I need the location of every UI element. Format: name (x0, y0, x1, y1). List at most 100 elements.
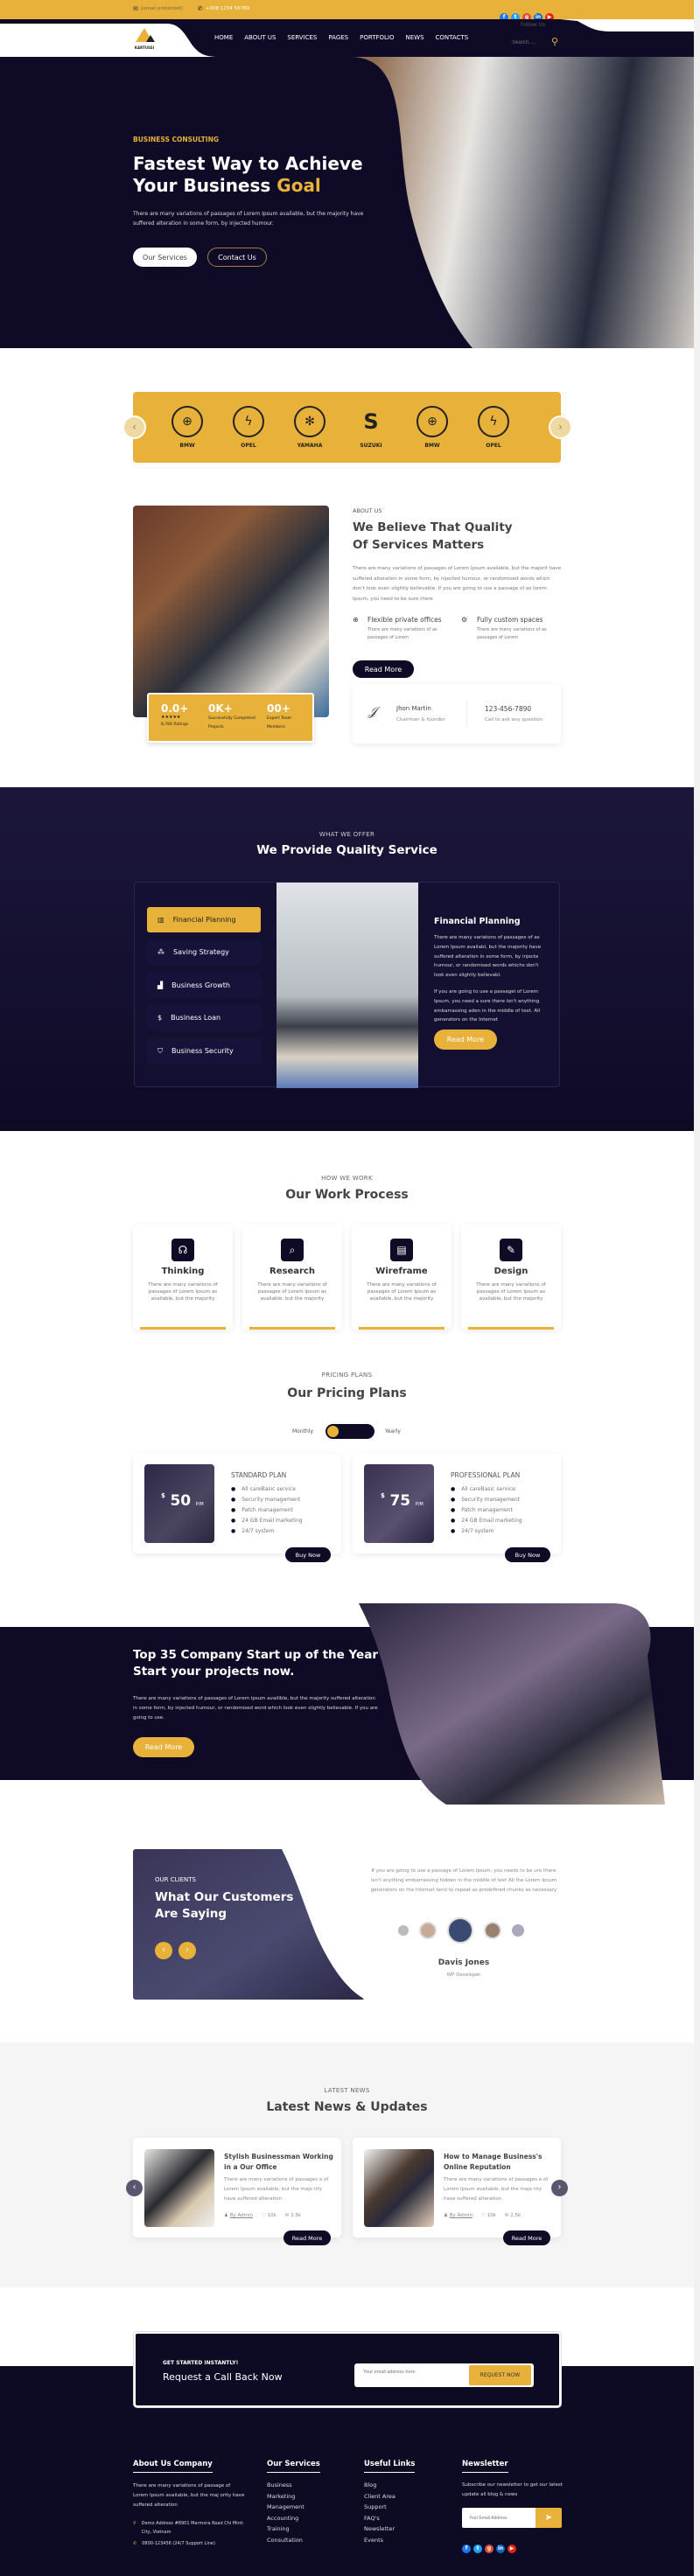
cta-read-more-button[interactable]: Read More (133, 1737, 194, 1757)
heart-icon: ♡ (262, 2213, 266, 2218)
callback-email-input[interactable] (363, 2370, 468, 2375)
brand-next-button[interactable]: › (549, 415, 572, 439)
footer-link[interactable]: Consultation (267, 2535, 320, 2546)
footer-link[interactable]: Support (364, 2502, 415, 2513)
topbar-email[interactable]: [email protected] (141, 6, 183, 11)
bullet-icon: ● (451, 1507, 456, 1513)
work-kicker: HOW WE WORK (321, 1175, 373, 1182)
our-services-button[interactable]: Our Services (133, 248, 197, 267)
stat-team: 00+ Expert Team Members (267, 702, 292, 730)
nav-contacts[interactable]: CONTACTS (436, 34, 469, 41)
footer-link[interactable]: Client Area (364, 2491, 415, 2503)
service-read-more-button[interactable]: Read More (434, 1030, 497, 1050)
avatar[interactable] (484, 1922, 501, 1939)
nav-services[interactable]: SERVICES (287, 34, 317, 41)
buy-now-button[interactable]: Buy Now (285, 1547, 331, 1562)
search-icon[interactable]: ⚲ (551, 36, 558, 47)
footer-social-links: f t g in ▶ (462, 2537, 563, 2553)
nav-portfolio[interactable]: PORTFOLIO (360, 34, 394, 41)
footer-phone: ✆ 0800-123456 (24/7 Support Line) (133, 2541, 215, 2546)
footer-address: ⚲ Demo Address #8901 Marmora Road Chi Min… (133, 2521, 243, 2535)
search-input[interactable] (512, 40, 551, 45)
chevron-right-icon: › (186, 1945, 189, 1955)
yearly-label[interactable]: Yearly (385, 1428, 401, 1435)
brand-yamaha: ✻ YAMAHA (289, 406, 331, 449)
footer-link[interactable]: Business (267, 2480, 320, 2491)
callback-box: GET STARTED INSTANTLY! Request a Call Ba… (134, 2332, 561, 2407)
avatar[interactable] (419, 1922, 437, 1939)
avatar[interactable] (398, 1925, 409, 1936)
news-read-more-button[interactable]: Read More (503, 2230, 550, 2245)
comment-icon: ✉ (284, 2213, 290, 2218)
newsletter-email-input[interactable] (462, 2508, 536, 2528)
founder-role: Chairman & founder (396, 717, 445, 723)
news-section: LATEST NEWS Latest News & Updates Stylis… (0, 2042, 694, 2287)
billing-toggle[interactable] (326, 1424, 374, 1439)
footer-link[interactable]: Training (267, 2524, 320, 2535)
contact-us-button[interactable]: Contact Us (207, 248, 267, 267)
step-bar (140, 1327, 226, 1330)
contact-phone[interactable]: 123-456-7890 (485, 705, 531, 713)
news-prev-button[interactable]: ‹ (126, 2180, 143, 2196)
linkedin-icon[interactable]: in (496, 2545, 505, 2553)
bmw-logo-icon: ⊕ (172, 406, 203, 437)
bullet-icon: ● (231, 1507, 236, 1513)
service-tab-saving-strategy[interactable]: ⁂ Saving Strategy (147, 939, 261, 965)
footer-link[interactable]: Marketing (267, 2491, 320, 2503)
nav-about[interactable]: ABOUT US (244, 34, 276, 41)
buy-now-button[interactable]: Buy Now (505, 1547, 550, 1562)
avatar[interactable] (512, 1924, 524, 1937)
footer-link[interactable]: FAQ's (364, 2513, 415, 2524)
comments: ✉ 2.5k (284, 2213, 302, 2218)
brand-prev-button[interactable]: ‹ (122, 415, 146, 439)
facebook-icon[interactable]: f (462, 2545, 471, 2553)
service-tab-financial-planning[interactable]: ▥ Financial Planning (147, 907, 261, 932)
news-post-title[interactable]: How to Manage Business's Online Reputati… (444, 2152, 553, 2172)
logo[interactable]: KARTUSSI (131, 26, 158, 50)
feature-spaces-text: There are many variations of as passages… (477, 627, 547, 640)
divider (466, 702, 467, 726)
brand-bmw: ⊕ BMW (166, 406, 208, 449)
mail-icon: ✉ (133, 5, 138, 12)
footer-link[interactable]: Newsletter (364, 2524, 415, 2535)
testimonial-next-button[interactable]: › (178, 1942, 196, 1959)
bmw-logo-icon: ⊕ (416, 406, 448, 437)
top-bar: ✉ [email protected] ✆ +008 1234 56789 ft… (0, 0, 694, 22)
send-button[interactable]: ➤ (536, 2508, 562, 2528)
plan-features: ● All careBasic service ● Security managem… (231, 1486, 303, 1534)
services-kicker: WHAT WE OFFER (318, 831, 375, 838)
service-detail-p2: If you are going to use a passagei of Lo… (434, 989, 541, 1023)
callback-kicker: GET STARTED INSTANTLY! (163, 2360, 239, 2366)
nav-news[interactable]: NEWS (406, 34, 424, 41)
avatar-active[interactable] (447, 1917, 473, 1944)
services-panel: ▥ Financial Planning ⁂ Saving Strategy ▟ Bu… (134, 882, 560, 1088)
footer-link[interactable]: Events (364, 2535, 415, 2546)
nav-home[interactable]: HOME (214, 34, 233, 41)
testimonial-prev-button[interactable]: ‹ (155, 1942, 172, 1959)
google-plus-icon[interactable]: g (485, 2545, 494, 2553)
testimonial-banner: OUR CLIENTS What Our Customers Are Sayin… (133, 1849, 365, 2000)
pricing-kicker: PRICING PLANS (321, 1372, 373, 1379)
youtube-icon[interactable]: ▶ (508, 2545, 516, 2553)
service-tab-business-growth[interactable]: ▟ Business Growth (147, 973, 261, 998)
news-next-button[interactable]: › (551, 2180, 568, 2196)
footer-link[interactable]: Management (267, 2502, 320, 2513)
about-text: There are many variations of passages of… (353, 566, 562, 602)
news-post-title[interactable]: Stylish Businessman Working in a Our Off… (224, 2152, 333, 2172)
footer-link[interactable]: Blog (364, 2480, 415, 2491)
author-link[interactable]: ♟ By Admin (224, 2213, 253, 2218)
request-now-button[interactable]: REQUEST NOW (469, 2365, 531, 2385)
chevron-left-icon: ‹ (132, 2182, 136, 2192)
stats-box: 0.0+ ★★★★★ 8,784 Ratings 0K+ Successfully C… (147, 693, 314, 743)
twitter-icon[interactable]: t (473, 2545, 482, 2553)
about-read-more-button[interactable]: Read More (353, 660, 414, 678)
monthly-label[interactable]: Monthly (292, 1428, 313, 1435)
nav-pages[interactable]: PAGES (328, 34, 348, 41)
news-read-more-button[interactable]: Read More (284, 2230, 331, 2245)
footer-link[interactable]: Accounting (267, 2513, 320, 2524)
service-tab-business-security[interactable]: ⛉ Business Security (147, 1038, 261, 1064)
service-tab-business-loan[interactable]: $ Business Loan (147, 1005, 261, 1030)
services-title: We Provide Quality Service (256, 843, 438, 857)
author-link[interactable]: ♟ By Admin (444, 2213, 472, 2218)
yamaha-logo-icon: ✻ (294, 406, 326, 437)
